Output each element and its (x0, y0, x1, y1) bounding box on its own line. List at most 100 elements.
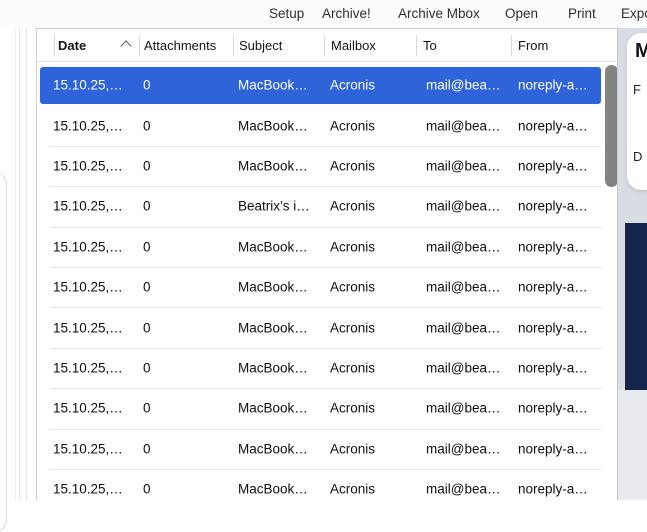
toolbar-open-button[interactable]: Open (505, 6, 538, 21)
cell-from: noreply-a… (518, 320, 588, 335)
cell-from: noreply-a… (518, 158, 588, 173)
pane-divider (19, 28, 20, 500)
sort-ascending-icon (120, 40, 131, 51)
cell-date: 15.10.25,… (53, 118, 123, 133)
table-body: 15.10.25,… 0 MacBook… Acronis mail@bea… norep… (37, 65, 617, 500)
table-header: Date Attachments Subject Mailbox To From (37, 29, 617, 62)
toolbar-archive-mbox-button[interactable]: Archive Mbox (398, 6, 480, 21)
cell-date: 15.10.25,… (53, 280, 123, 295)
toolbar: Setup Archive! Archive Mbox Open Print E… (0, 0, 647, 28)
table-row[interactable]: 15.10.25,… 0 MacBook… Acronis mail@bea… norep… (37, 146, 603, 186)
cell-date: 15.10.25,… (53, 239, 123, 254)
column-divider (54, 35, 55, 56)
table-row[interactable]: 15.10.25,…0MacBook…Acronismail@bea…norep… (37, 388, 603, 428)
column-divider (511, 35, 512, 56)
cell-attachments: 0 (143, 199, 151, 214)
cell-from: noreply-a… (518, 118, 588, 133)
cell-to: mail@bea… (426, 401, 500, 416)
cell-to: mail@bea… (426, 441, 500, 456)
cell-mailbox: Acronis (330, 482, 375, 497)
table-row[interactable]: 15.10.25,…0MacBook…Acronismail@bea…norep… (37, 105, 603, 145)
cell-from: noreply-a… (518, 482, 588, 497)
cell-from: noreply-a… (518, 199, 588, 214)
cell-mailbox: Acronis (330, 401, 375, 416)
table-row[interactable]: 15.10.25,…0MacBook…Acronismail@bea…norep… (37, 227, 603, 267)
cell-subject: MacBook… (238, 118, 308, 133)
table-row[interactable]: 15.10.25,…0MacBook…Acronismail@bea…norep… (37, 65, 603, 105)
cell-subject: MacBook… (238, 482, 308, 497)
cell-date: 15.10.25,… (53, 482, 123, 497)
table-row[interactable]: 15.10.25,…0Beatrix’s i…Acronismail@bea…n… (37, 186, 603, 226)
cell-mailbox: Acronis (330, 360, 375, 375)
email-table: Date Attachments Subject Mailbox To From… (36, 28, 618, 500)
cell-to: mail@bea… (426, 320, 500, 335)
table-row[interactable]: 15.10.25,… 0 MacBook… Acronis mail@bea… norep… (37, 348, 603, 388)
cell-from: noreply-a… (518, 78, 588, 93)
column-header-subject[interactable]: Subject (239, 38, 282, 53)
vertical-scrollbar-thumb[interactable] (605, 65, 618, 187)
table-row[interactable]: 15.10.25,…0MacBook…Acronismail@bea…norep… (37, 469, 603, 500)
cell-subject: MacBook… (238, 320, 308, 335)
cell-attachments: 0 (143, 401, 151, 416)
cell-attachments: 0 (143, 320, 151, 335)
cell-mailbox: Acronis (330, 441, 375, 456)
column-divider (139, 35, 140, 56)
cell-date: 15.10.25,… (53, 360, 123, 375)
cell-date: 15.10.25,… (53, 158, 123, 173)
detail-card-date-label: D (633, 149, 642, 164)
column-header-mailbox[interactable]: Mailbox (331, 38, 376, 53)
cell-mailbox: Acronis (330, 199, 375, 214)
cell-to: mail@bea… (426, 158, 500, 173)
table-row[interactable]: 15.10.25,…0MacBook…Acronismail@bea…norep… (37, 307, 603, 347)
cell-subject: MacBook… (238, 401, 308, 416)
cell-attachments: 0 (143, 482, 151, 497)
cell-to: mail@bea… (426, 78, 500, 93)
cell-subject: MacBook… (238, 158, 308, 173)
cell-subject: MacBook… (238, 360, 308, 375)
column-header-date[interactable]: Date (58, 38, 86, 53)
detail-card-from-label: F (633, 82, 641, 97)
cell-date: 15.10.25,… (53, 78, 123, 93)
column-divider (416, 35, 417, 56)
toolbar-print-button[interactable]: Print (568, 6, 596, 21)
detail-panel-lower-area (618, 390, 647, 500)
cell-subject: MacBook… (238, 441, 308, 456)
cell-subject: MacBook… (238, 239, 308, 254)
cell-mailbox: Acronis (330, 78, 375, 93)
column-divider (324, 35, 325, 56)
toolbar-archive-button[interactable]: Archive! (322, 6, 371, 21)
column-header-to[interactable]: To (423, 38, 437, 53)
cell-subject: MacBook… (238, 280, 308, 295)
cell-attachments: 0 (143, 158, 151, 173)
column-header-from[interactable]: From (518, 38, 548, 53)
cell-to: mail@bea… (426, 280, 500, 295)
cell-from: noreply-a… (518, 441, 588, 456)
table-row[interactable]: 15.10.25,… 0 MacBook… Acronis mail@bea… norep… (37, 429, 603, 469)
cell-attachments: 0 (143, 239, 151, 254)
detail-panel-dark-block (625, 223, 647, 390)
column-header-attachments[interactable]: Attachments (144, 38, 216, 53)
table-row[interactable]: 15.10.25,… 0 MacBook… Acronis mail@bea… norep… (37, 267, 603, 307)
detail-card-title: M (635, 40, 647, 63)
cell-from: noreply-a… (518, 360, 588, 375)
cell-attachments: 0 (143, 360, 151, 375)
cell-mailbox: Acronis (330, 280, 375, 295)
detail-card: M F D (627, 33, 647, 190)
left-pane-card-corner (0, 172, 7, 532)
cell-mailbox: Acronis (330, 239, 375, 254)
cell-date: 15.10.25,… (53, 199, 123, 214)
cell-mailbox: Acronis (330, 320, 375, 335)
cell-to: mail@bea… (426, 118, 500, 133)
cell-attachments: 0 (143, 441, 151, 456)
cell-attachments: 0 (143, 78, 151, 93)
cell-from: noreply-a… (518, 239, 588, 254)
cell-from: noreply-a… (518, 280, 588, 295)
cell-mailbox: Acronis (330, 158, 375, 173)
column-divider (233, 35, 234, 56)
cell-attachments: 0 (143, 280, 151, 295)
cell-date: 15.10.25,… (53, 441, 123, 456)
toolbar-export-button[interactable]: Export (621, 6, 647, 21)
cell-from: noreply-a… (518, 401, 588, 416)
cell-to: mail@bea… (426, 360, 500, 375)
toolbar-setup-button[interactable]: Setup (269, 6, 304, 21)
